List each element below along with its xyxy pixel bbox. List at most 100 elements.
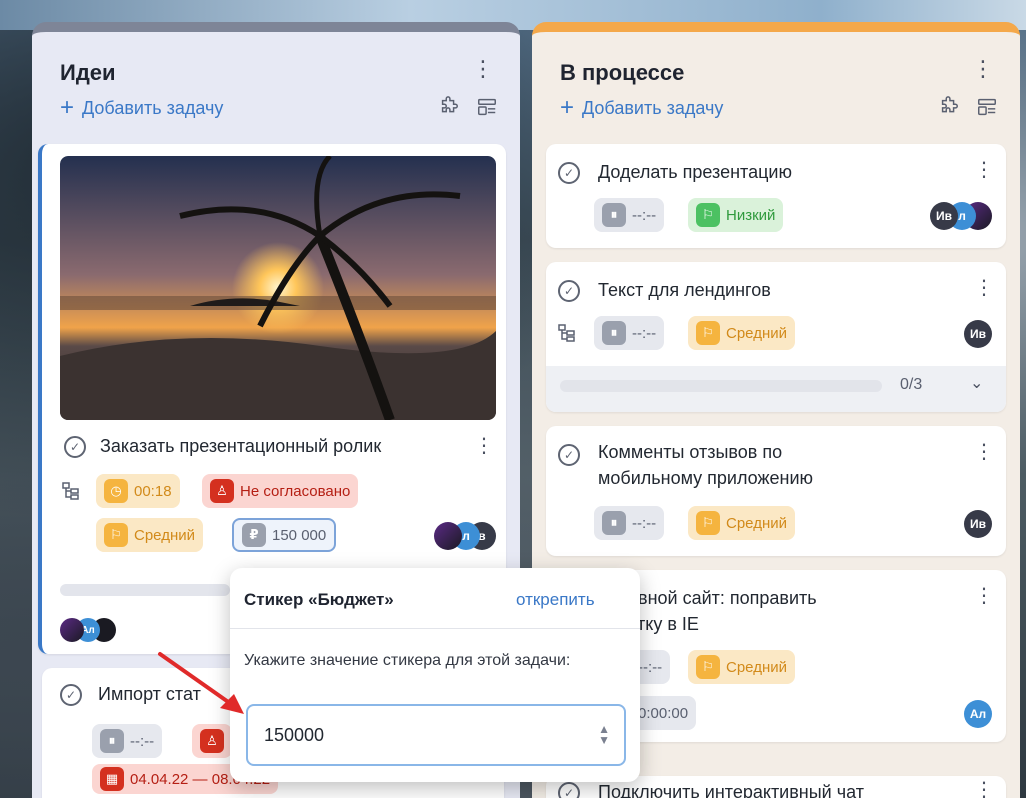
budget-value: 150 000 xyxy=(272,526,327,544)
pause-icon: ⏸ xyxy=(602,321,626,345)
task-menu-icon[interactable]: ⋮ xyxy=(974,780,994,798)
task-menu-icon[interactable]: ⋮ xyxy=(974,160,994,180)
task-title[interactable]: Подключить интерактивный чат xyxy=(598,780,864,798)
approval-sticker[interactable]: ♙ xyxy=(192,724,232,758)
priority-value: Средний xyxy=(726,658,787,676)
popover-label: Укажите значение стикера для этой задачи… xyxy=(244,652,571,669)
card-view-icon[interactable] xyxy=(976,96,998,118)
subtasks-count: 0/3 xyxy=(900,376,923,393)
complete-checkbox[interactable]: ✓ xyxy=(64,436,86,458)
divider xyxy=(230,628,640,629)
flag-icon: ⚐ xyxy=(696,655,720,679)
avatar[interactable]: Ал xyxy=(964,700,992,728)
task-card[interactable]: ✓ Комменты отзывов по мобильному приложе… xyxy=(546,426,1006,556)
card-view-icon[interactable] xyxy=(476,96,498,118)
sticker-value-input[interactable] xyxy=(246,704,626,766)
pause-icon: ⏸ xyxy=(100,729,124,753)
chevron-down-icon[interactable]: ⌄ xyxy=(970,376,983,392)
task-title[interactable]: Доделать презентацию xyxy=(598,160,792,184)
task-menu-icon[interactable]: ⋮ xyxy=(974,442,994,462)
timer-value: 00:18 xyxy=(134,482,172,500)
flag-icon: ⚐ xyxy=(696,321,720,345)
subtasks-icon[interactable] xyxy=(558,324,576,342)
timer-value: --:-- xyxy=(632,514,657,532)
task-card[interactable]: ✓ Доделать презентацию ⋮ ⏸ --:-- ⚐ Низки… xyxy=(546,144,1006,248)
user-check-icon: ♙ xyxy=(200,729,224,753)
column-menu-icon[interactable]: ⋮ xyxy=(972,58,994,80)
flag-icon: ⚐ xyxy=(104,523,128,547)
pause-icon: ⏸ xyxy=(602,203,626,227)
calendar-icon: ▦ xyxy=(100,767,124,791)
column-title: Идеи xyxy=(60,60,116,85)
flag-icon: ⚐ xyxy=(696,511,720,535)
puzzle-icon[interactable] xyxy=(438,96,460,118)
pause-icon: ⏸ xyxy=(602,511,626,535)
timer-value: --:-- xyxy=(638,658,663,676)
subtasks-progress-bar xyxy=(560,380,882,392)
complete-checkbox[interactable]: ✓ xyxy=(558,162,580,184)
task-menu-icon[interactable]: ⋮ xyxy=(474,436,494,456)
avatar[interactable]: Ив xyxy=(964,510,992,538)
priority-value: Низкий xyxy=(726,206,776,224)
unpin-link[interactable]: открепить xyxy=(516,590,595,610)
timer-value: --:-- xyxy=(130,732,155,750)
column-tools xyxy=(438,96,498,118)
add-task-label: Добавить задачу xyxy=(582,97,724,118)
priority-value: Средний xyxy=(726,514,787,532)
ruble-icon: ₽ xyxy=(242,523,266,547)
timer-sticker[interactable]: ⏸ --:-- xyxy=(594,198,665,232)
budget-sticker[interactable]: ₽ 150 000 xyxy=(232,518,337,552)
task-cover-image xyxy=(60,156,496,420)
add-task-label: Добавить задачу xyxy=(82,97,224,118)
timer-sticker[interactable]: ⏸ --:-- xyxy=(594,506,665,540)
task-card[interactable]: ✓ Текст для лендингов ⋮ ⏸ --:-- ⚐ Средни… xyxy=(546,262,1006,412)
priority-sticker[interactable]: ⚐ Средний xyxy=(96,518,203,552)
complete-checkbox[interactable]: ✓ xyxy=(558,444,580,466)
priority-sticker[interactable]: ⚐ Средний xyxy=(688,316,795,350)
add-task-button[interactable]: + Добавить задачу xyxy=(560,96,723,120)
timer-value: --:-- xyxy=(632,324,657,342)
priority-sticker[interactable]: ⚐ Средний xyxy=(688,506,795,540)
pointer-arrow-icon xyxy=(158,652,244,714)
task-title-line-1[interactable]: овной сайт: поправить xyxy=(628,586,817,610)
stepper-arrows-icon[interactable]: ▲ ▼ xyxy=(598,723,610,746)
user-check-icon: ♙ xyxy=(210,479,234,503)
popover-title: Стикер «Бюджет» xyxy=(244,590,394,609)
complete-checkbox[interactable]: ✓ xyxy=(558,280,580,302)
progress-bar xyxy=(60,584,230,596)
task-title[interactable]: Заказать презентационный ролик xyxy=(100,434,381,458)
clock-icon: ◷ xyxy=(104,479,128,503)
column-tools xyxy=(938,96,998,118)
complete-checkbox[interactable]: ✓ xyxy=(60,684,82,706)
priority-value: Средний xyxy=(134,526,195,544)
task-title[interactable]: Текст для лендингов xyxy=(598,278,771,302)
plus-icon: + xyxy=(60,94,75,121)
approval-value: Не согласовано xyxy=(240,482,351,500)
task-title-line-1[interactable]: Комменты отзывов по xyxy=(598,440,782,464)
sticker-popover: Стикер «Бюджет» открепить Укажите значен… xyxy=(230,568,640,782)
avatar[interactable] xyxy=(434,522,462,550)
puzzle-icon[interactable] xyxy=(938,96,960,118)
priority-sticker[interactable]: ⚐ Низкий xyxy=(688,198,784,232)
priority-value: Средний xyxy=(726,324,787,342)
timer-sticker[interactable]: ◷ 00:18 xyxy=(96,474,180,508)
complete-checkbox[interactable]: ✓ xyxy=(558,782,580,798)
column-title: В процессе xyxy=(560,60,685,85)
avatar[interactable] xyxy=(60,618,84,642)
column-menu-icon[interactable]: ⋮ xyxy=(472,58,494,80)
timer-value: --:-- xyxy=(632,206,657,224)
timer-sticker[interactable]: ⏸ --:-- xyxy=(92,724,163,758)
task-menu-icon[interactable]: ⋮ xyxy=(974,586,994,606)
avatar[interactable]: Ив xyxy=(930,202,958,230)
avatar[interactable]: Ив xyxy=(964,320,992,348)
subtasks-icon[interactable] xyxy=(62,482,80,500)
timer-sticker[interactable]: ⏸ --:-- xyxy=(594,316,665,350)
priority-sticker[interactable]: ⚐ Средний xyxy=(688,650,795,684)
flag-icon: ⚐ xyxy=(696,203,720,227)
approval-sticker[interactable]: ♙ Не согласовано xyxy=(202,474,359,508)
plus-icon: + xyxy=(560,94,575,121)
task-menu-icon[interactable]: ⋮ xyxy=(974,278,994,298)
add-task-button[interactable]: + Добавить задачу xyxy=(60,96,223,120)
time-tracked-value: 0:00:00 xyxy=(638,704,689,722)
task-title-line-2[interactable]: мобильному приложению xyxy=(598,466,813,490)
